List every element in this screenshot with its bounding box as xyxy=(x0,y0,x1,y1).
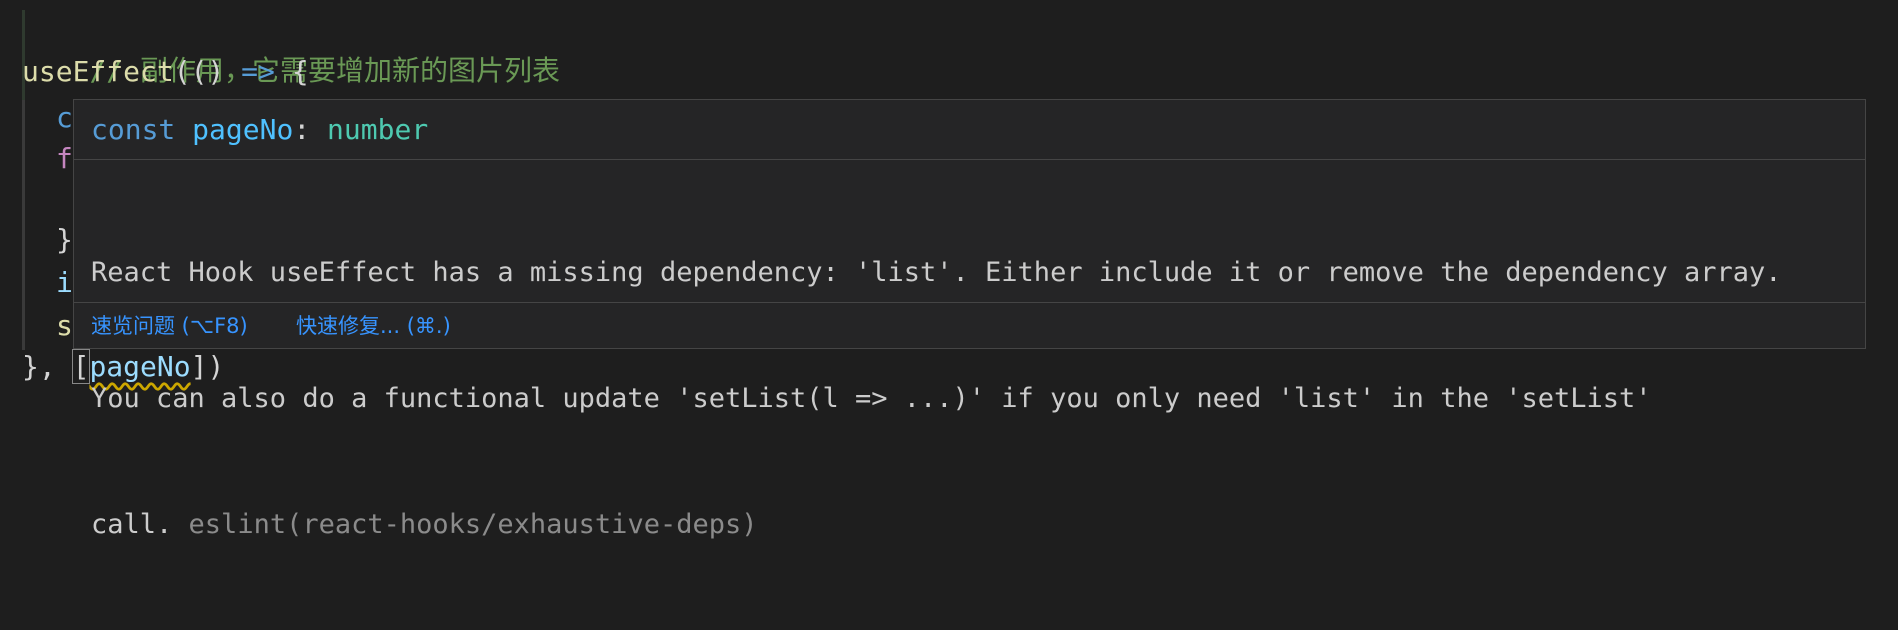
code-arrow: => xyxy=(241,55,275,88)
hover-tooltip[interactable]: const pageNo: number React Hook useEffec… xyxy=(73,99,1866,540)
code-punctuation: (() xyxy=(173,55,242,88)
code-line-useeffect[interactable]: useEffect(() => { xyxy=(22,51,309,93)
code-fragment: } xyxy=(56,223,73,256)
code-line-partial[interactable]: s xyxy=(56,305,73,347)
diagnostic-line-2: You can also do a functional update 'set… xyxy=(91,383,1652,414)
diagnostic-message: React Hook useEffect has a missing depen… xyxy=(91,168,1851,630)
peek-problem-link[interactable]: 速览问题 (⌥F8) xyxy=(91,303,248,349)
code-bracket-open: [ xyxy=(71,349,91,384)
diagnostic-line-3-text: call. xyxy=(91,509,173,540)
hover-actions-bar: 速览问题 (⌥F8) 快速修复... (⌘.) xyxy=(74,302,1865,348)
code-fragment: f xyxy=(56,142,73,175)
code-line-comment[interactable]: // 副作用，它需要增加新的图片列表 xyxy=(22,8,560,87)
code-line-partial[interactable]: f xyxy=(56,138,73,180)
signature-type: number xyxy=(327,113,429,146)
signature-keyword: const xyxy=(91,113,176,146)
code-punctuation: { xyxy=(274,55,309,88)
code-line-partial[interactable]: } xyxy=(56,219,73,261)
code-fragment: s xyxy=(56,309,73,342)
code-line-partial[interactable]: i xyxy=(56,262,73,304)
code-fragment: c xyxy=(56,101,73,134)
quick-fix-link[interactable]: 快速修复... (⌘.) xyxy=(296,303,451,349)
code-function-name: useEffect xyxy=(22,55,174,88)
code-fragment: i xyxy=(56,266,73,299)
hover-signature: const pageNo: number xyxy=(74,100,1865,160)
diagnostic-line-3: call. eslint(react-hooks/exhaustive-deps… xyxy=(91,504,1851,546)
diagnostic-source: eslint(react-hooks/exhaustive-deps) xyxy=(188,509,758,540)
code-line-partial[interactable]: c xyxy=(56,97,73,139)
code-punctuation: }, xyxy=(22,350,73,383)
signature-colon: : xyxy=(293,113,311,146)
signature-name: pageNo xyxy=(192,113,294,146)
indent-guide xyxy=(22,100,25,350)
diagnostic-line-1: React Hook useEffect has a missing depen… xyxy=(91,257,1782,288)
